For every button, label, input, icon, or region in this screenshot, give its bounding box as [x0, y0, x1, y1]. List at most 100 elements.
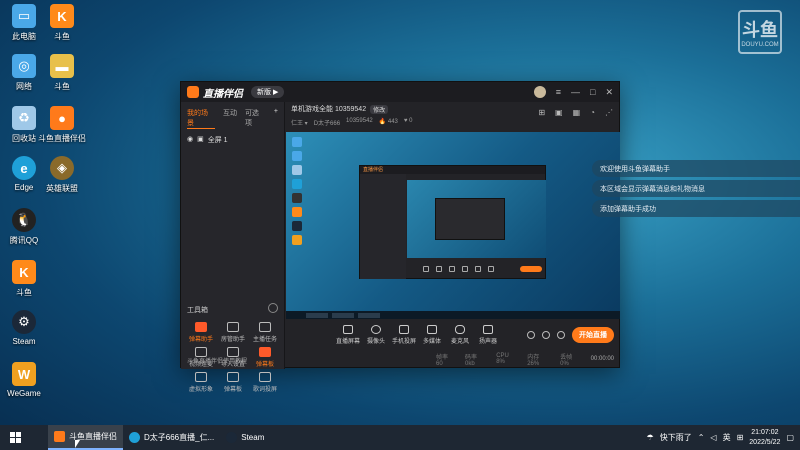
danmu-board-icon	[227, 372, 239, 382]
stream-header-icons: ⊞ ▣ ▦ ◔ ⋰	[538, 108, 613, 117]
scene-panel: 我的场景 互动 可选项 + ◉ ▣ 全屏 1 工具箱 弹幕助手 房管助手 主播任…	[181, 102, 285, 393]
douyu-icon: K	[12, 260, 36, 284]
notification-center-icon[interactable]: ▢	[786, 433, 794, 442]
tray-expand-icon[interactable]: ⌃	[698, 433, 705, 442]
stream-preview[interactable]: 直播伴侣	[286, 132, 620, 319]
stream-title: 单机游戏全能 10359542	[291, 106, 367, 113]
danmu-assistant-icon	[195, 322, 207, 332]
toolbox-heading: 工具箱	[187, 307, 208, 314]
tab-interact[interactable]: 互动	[223, 108, 237, 129]
grid-icon[interactable]: ▦	[573, 108, 581, 117]
gift-icon[interactable]: ⊞	[538, 108, 545, 117]
edit-title-button[interactable]: 修改	[370, 104, 389, 114]
close-icon[interactable]: ✕	[605, 87, 613, 98]
douyu-logo-icon	[187, 86, 199, 98]
lock-icon[interactable]: ▣	[197, 135, 204, 145]
edge-icon: e	[12, 156, 36, 180]
input-language[interactable]: 英	[723, 432, 731, 443]
maximize-icon[interactable]: □	[590, 87, 595, 97]
douyu-companion-icon: ●	[50, 106, 74, 130]
weather-icon[interactable]: ☂	[647, 433, 654, 442]
media-button[interactable]: 多媒体	[418, 325, 446, 345]
clock[interactable]: 21:07:02 2022/5/22	[749, 428, 780, 448]
avatar[interactable]	[533, 86, 546, 98]
media-icon	[427, 325, 437, 334]
douyu-watermark: 斗鱼 DOUYU.COM	[738, 10, 782, 54]
danmu-board-icon	[259, 347, 271, 357]
notification-item: 本区域会显示弹幕消息和礼物消息	[592, 180, 800, 197]
desktop-icon-folder[interactable]: ▬ 斗鱼	[38, 54, 86, 92]
windows-icon	[9, 432, 21, 443]
camera-button[interactable]: 摄像头	[362, 325, 390, 345]
desktop-icon-douyu-companion[interactable]: ● 斗鱼直播伴侣	[38, 106, 86, 144]
status-cpu: CPU 8%	[496, 353, 509, 365]
phone-cast-button[interactable]: 手机投屏	[390, 325, 418, 345]
mic-button[interactable]: 麦克风	[446, 325, 474, 345]
desktop-icon-steam[interactable]: ⚙ Steam	[0, 310, 48, 346]
bell-icon[interactable]: ◔	[590, 108, 595, 117]
status-bar: 帧率 60 码率 0kb CPU 8% 内存 26% 丢帧 0% 00:00:0…	[286, 352, 620, 367]
scene-item[interactable]: ◉ ▣ 全屏 1	[181, 133, 284, 147]
tool-room-manager[interactable]: 房管助手	[217, 322, 249, 343]
tab-options[interactable]: 可选项	[245, 108, 266, 129]
phone-cast-icon	[399, 325, 409, 334]
danmu-notifications: 欢迎使用斗鱼弹幕助手 本区域会显示弹幕消息和礼物消息 添加弹幕助手成功	[592, 160, 800, 220]
start-button[interactable]	[0, 425, 30, 450]
mic-icon	[455, 325, 465, 334]
tool-lyrics[interactable]: 歌词投屏	[249, 372, 281, 393]
follower-count: ♥ 0	[403, 118, 413, 124]
record-icon[interactable]	[527, 331, 535, 339]
tool-danmu-assistant[interactable]: 弹幕助手	[185, 322, 217, 343]
tutorial-link[interactable]: 斗鱼直播伴侣使用教程	[187, 356, 247, 365]
wegame-icon: W	[12, 362, 36, 386]
desktop-icon-qq[interactable]: 🐧 腾讯QQ	[0, 208, 48, 246]
desktop-icon-lol[interactable]: ◈ 英雄联盟	[38, 156, 86, 194]
status-memory: 内存 26%	[527, 354, 540, 367]
taskbar-app-edge[interactable]: D太子666直播_仁...	[123, 425, 220, 450]
control-bar-right: 开始直播	[527, 327, 614, 343]
taskbar-app-douyu-companion[interactable]: 斗鱼直播伴侣	[48, 425, 123, 450]
scene-tabs: 我的场景 互动 可选项 +	[181, 102, 284, 133]
tab-my-scenes[interactable]: 我的场景	[187, 108, 215, 129]
status-dropped: 丢帧 0%	[560, 354, 573, 367]
weather-text[interactable]: 快下雨了	[660, 432, 692, 443]
douyu-companion-icon	[54, 431, 65, 442]
camera-icon	[371, 325, 381, 334]
menu-icon[interactable]: ≡	[556, 87, 561, 97]
minimize-icon[interactable]: —	[571, 87, 580, 97]
preview-desktop-icons	[288, 134, 318, 249]
steam-icon	[226, 432, 238, 443]
notification-item: 欢迎使用斗鱼弹幕助手	[592, 160, 800, 177]
live-timer: 00:00:00	[590, 356, 614, 362]
tool-danmu-board-2[interactable]: 弹幕板	[217, 372, 249, 393]
douyu-icon: K	[50, 4, 74, 28]
volume-icon[interactable]: ◁	[710, 433, 716, 442]
screen-button[interactable]: 直播屏幕	[334, 325, 362, 345]
share-icon[interactable]: ⋰	[605, 108, 613, 117]
tool-virtual-avatar[interactable]: 虚拟形象	[185, 372, 217, 393]
status-bitrate: 码率 0kb	[465, 354, 478, 367]
lock-icon[interactable]: ▣	[555, 108, 563, 117]
preview-eye-icon[interactable]	[542, 331, 550, 339]
recycle-bin-icon: ♻	[12, 106, 36, 130]
eye-icon[interactable]: ◉	[187, 135, 193, 145]
room-manager-icon	[227, 322, 239, 332]
qq-icon: 🐧	[12, 208, 36, 232]
folder-icon: ▬	[50, 54, 74, 78]
ime-icon[interactable]: ⊞	[737, 433, 744, 442]
toolbox-more-icon[interactable]	[268, 303, 278, 313]
version-badge[interactable]: 新版 ▶	[251, 86, 285, 98]
desktop-icon-douyu-2[interactable]: K 斗鱼	[0, 260, 48, 298]
speaker-button[interactable]: 扬声器	[474, 325, 502, 345]
taskbar-app-steam[interactable]: Steam	[220, 425, 270, 450]
settings-icon[interactable]	[557, 331, 565, 339]
desktop-icon-douyu[interactable]: K 斗鱼	[38, 4, 86, 42]
category-select[interactable]: 仁王 ▾	[291, 118, 308, 127]
add-scene-button[interactable]: +	[274, 108, 278, 129]
tool-danmu-board[interactable]: 弹幕板	[249, 347, 281, 368]
desktop-icon-wegame[interactable]: W WeGame	[0, 362, 48, 398]
go-live-button[interactable]: 开始直播	[572, 327, 614, 343]
tool-anchor-task[interactable]: 主播任务	[249, 322, 281, 343]
computer-icon: ▭	[12, 4, 36, 28]
steam-icon: ⚙	[12, 310, 36, 334]
